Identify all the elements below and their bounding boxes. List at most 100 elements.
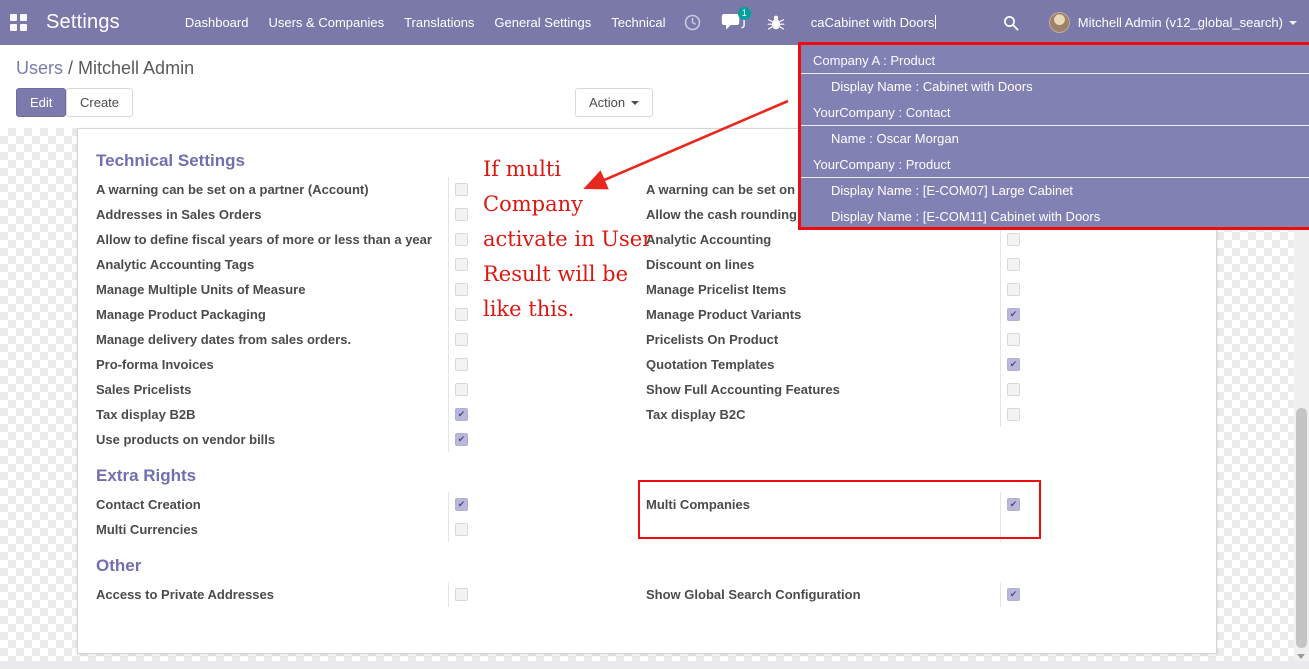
nav-item-users-companies[interactable]: Users & Companies [258, 1, 394, 44]
create-button[interactable]: Create [66, 88, 134, 117]
action-dropdown-button[interactable]: Action [575, 88, 654, 117]
setting-row [646, 517, 1023, 542]
checkbox-cell [448, 517, 471, 542]
checkbox-cell [448, 427, 471, 452]
checkbox-tax-display-b2c[interactable] [1007, 408, 1020, 421]
setting-label: Tax display B2B [96, 407, 196, 422]
edit-button[interactable]: Edit [16, 88, 67, 117]
app-title: Settings [46, 11, 120, 33]
nav-item-general-settings[interactable]: General Settings [484, 1, 601, 44]
nav-item-translations[interactable]: Translations [394, 1, 484, 44]
annotation-line: If multi [483, 157, 562, 181]
checkbox-contact-creation[interactable] [455, 498, 468, 511]
setting-label: Analytic Accounting Tags [96, 257, 255, 272]
setting-row: Show Full Accounting Features [646, 377, 1023, 402]
setting-label: Analytic Accounting [646, 232, 772, 247]
checkbox-cell [1000, 252, 1023, 277]
checkbox-manage-pricelist-items[interactable] [1007, 283, 1020, 296]
checkbox-allow-to-define-fiscal-years-of-more-or-less-than-a-year[interactable] [455, 233, 468, 246]
setting-row: Manage Pricelist Items [646, 277, 1023, 302]
checkbox-cell [448, 277, 471, 302]
checkbox-analytic-accounting-tags[interactable] [455, 258, 468, 271]
checkbox-tax-display-b2b[interactable] [455, 408, 468, 421]
checkbox-cell [1000, 402, 1023, 427]
scrollbar-thumb[interactable] [1296, 408, 1307, 648]
setting-row: Manage Product Packaging [96, 302, 471, 327]
section-columns: Contact Creation Multi Currencies Multi Co… [96, 492, 1216, 542]
checkbox-cell [448, 302, 471, 327]
dropdown-result-item[interactable]: Name : Oscar Morgan [801, 126, 1309, 152]
action-button-label: Action [589, 95, 626, 110]
checkbox-cell [448, 202, 471, 227]
checkbox-pro-forma-invoices[interactable] [455, 358, 468, 371]
scrollbar-down-arrow-icon[interactable] [1297, 654, 1305, 659]
section-title: Extra Rights [96, 466, 197, 485]
global-search-input[interactable]: caCabinet with Doors [811, 15, 1003, 30]
setting-label: Show Global Search Configuration [646, 587, 861, 602]
checkbox-manage-multiple-units-of-measure[interactable] [455, 283, 468, 296]
section-other: Other Access to Private Addresses Show Glo… [96, 556, 1216, 607]
user-menu-caret-icon[interactable] [1289, 20, 1297, 25]
setting-row: Tax display B2B [96, 402, 471, 427]
checkbox-analytic-accounting[interactable] [1007, 233, 1020, 246]
checkbox-pricelists-on-product[interactable] [1007, 333, 1020, 346]
checkbox-cell [448, 377, 471, 402]
breadcrumb-users-link[interactable]: Users [16, 58, 63, 78]
text-cursor [935, 15, 937, 29]
checkbox-cell [1000, 327, 1023, 352]
action-caret-icon [631, 101, 640, 105]
checkbox-show-full-accounting-features[interactable] [1007, 383, 1020, 396]
setting-row: Discount on lines [646, 252, 1023, 277]
search-icon[interactable] [1003, 15, 1019, 31]
apps-menu-icon[interactable] [10, 14, 27, 31]
breadcrumb-current: Mitchell Admin [78, 58, 195, 78]
messages-icon[interactable]: 1 [721, 7, 751, 32]
setting-row: Pro-forma Invoices [96, 352, 471, 377]
activity-clock-icon[interactable] [684, 14, 701, 31]
dropdown-result-item[interactable]: Display Name : Cabinet with Doors [801, 74, 1309, 100]
checkbox-manage-product-packaging[interactable] [455, 308, 468, 321]
user-avatar[interactable] [1048, 12, 1070, 33]
checkbox-cell [448, 227, 471, 252]
setting-label: Pro-forma Invoices [96, 357, 214, 372]
nav-menu: Dashboard Users & Companies Translations Ge… [175, 1, 676, 44]
nav-item-dashboard[interactable]: Dashboard [175, 1, 259, 44]
setting-label: A warning can be set on a partner (Accou… [96, 182, 369, 197]
horizontal-scrollbar-track[interactable] [0, 661, 1309, 669]
user-menu[interactable]: Mitchell Admin (v12_global_search) [1078, 15, 1283, 30]
checkbox-multi-currencies[interactable] [455, 523, 468, 536]
settings-column-left: Access to Private Addresses [96, 582, 471, 607]
dropdown-result-item[interactable]: Display Name : [E-COM11] Cabinet with Do… [801, 204, 1309, 230]
setting-label: Discount on lines [646, 257, 755, 272]
checkbox-addresses-in-sales-orders[interactable] [455, 208, 468, 221]
section-columns: Access to Private Addresses Show Global S… [96, 582, 1216, 607]
setting-label: Show Full Accounting Features [646, 382, 840, 397]
setting-row: Tax display B2C [646, 402, 1023, 427]
nav-item-technical[interactable]: Technical [601, 1, 675, 44]
annotation-line: like this. [483, 297, 575, 321]
annotation-line: activate in User [483, 227, 653, 251]
checkbox-use-products-on-vendor-bills[interactable] [455, 433, 468, 446]
debug-bug-icon[interactable] [767, 14, 785, 32]
dropdown-result-item[interactable]: Display Name : [E-COM07] Large Cabinet [801, 178, 1309, 204]
setting-label: Addresses in Sales Orders [96, 207, 262, 222]
checkbox-manage-product-variants[interactable] [1007, 308, 1020, 321]
messages-count-badge: 1 [737, 7, 751, 20]
breadcrumb-separator: / [63, 58, 79, 78]
search-results-dropdown: Company A : Product Display Name : Cabine… [798, 42, 1309, 230]
checkbox-a-warning-can-be-set-on-a-partner-account[interactable] [455, 183, 468, 196]
checkbox-access-to-private-addresses[interactable] [455, 588, 468, 601]
checkbox-cell [448, 327, 471, 352]
checkbox-manage-delivery-dates-from-sales-orders[interactable] [455, 333, 468, 346]
checkbox-cell [1000, 302, 1023, 327]
checkbox-multi-companies[interactable] [1007, 498, 1020, 511]
checkbox-quotation-templates[interactable] [1007, 358, 1020, 371]
setting-row: Contact Creation [96, 492, 471, 517]
checkbox-sales-pricelists[interactable] [455, 383, 468, 396]
checkbox-cell [448, 492, 471, 517]
checkbox-discount-on-lines[interactable] [1007, 258, 1020, 271]
setting-row: Sales Pricelists [96, 377, 471, 402]
checkbox-cell [448, 402, 471, 427]
setting-row: Manage delivery dates from sales orders. [96, 327, 471, 352]
checkbox-show-global-search-configuration[interactable] [1007, 588, 1020, 601]
